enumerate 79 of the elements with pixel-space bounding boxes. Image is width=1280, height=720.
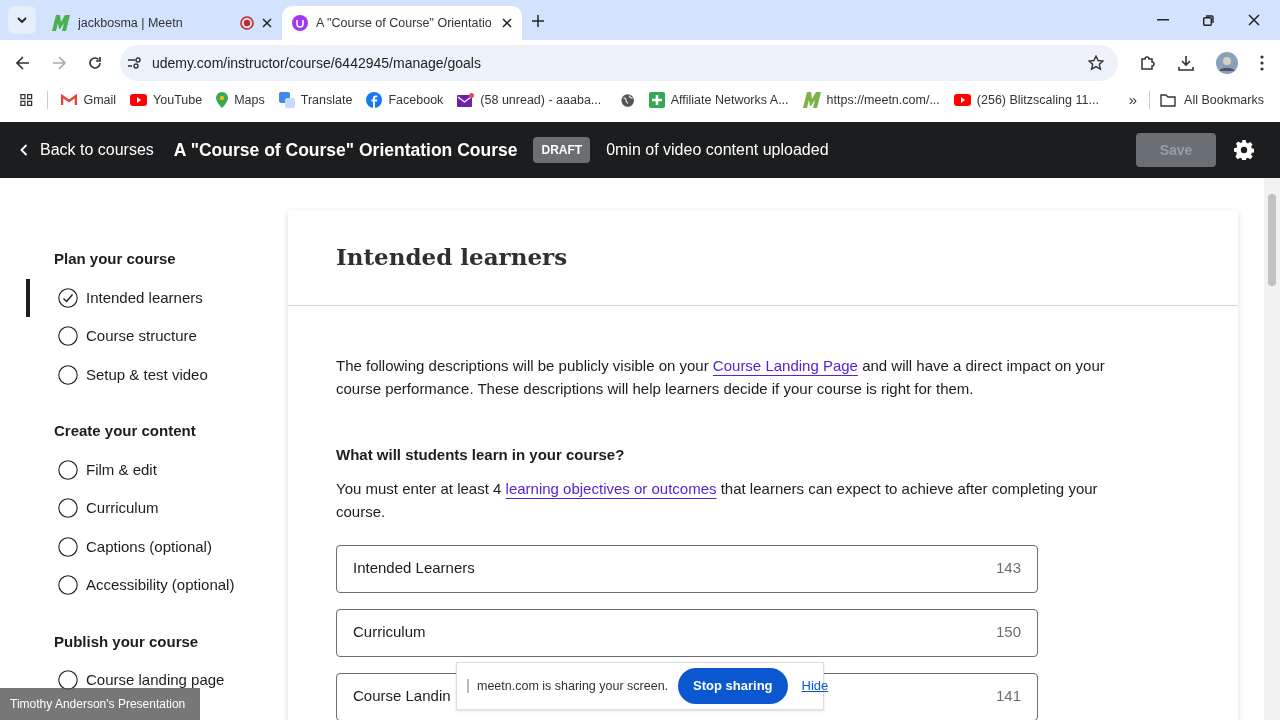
bookmark-item[interactable]: Gmail bbox=[61, 90, 117, 110]
url-text: udemy.com/instructor/course/6442945/manage/goals bbox=[152, 53, 482, 73]
upload-status: 0min of video content uploaded bbox=[606, 140, 829, 160]
page-title: Intended learners bbox=[336, 242, 568, 273]
intro-paragraph: The following descriptions will be publicly visible on your Course Landing Page and will have a direct impact on your course performance. These descriptions will help learners decide if your course is right for them. bbox=[336, 356, 1106, 399]
back-to-courses-link[interactable]: Back to courses bbox=[20, 138, 154, 162]
sidebar-item[interactable]: Course structure bbox=[0, 317, 288, 356]
presenter-name-toast: Timothy Anderson's Presentation bbox=[0, 688, 200, 720]
bookmark-item[interactable]: (256) Blitzscaling 11... bbox=[953, 90, 1099, 110]
m-logo-icon bbox=[52, 15, 70, 31]
section-heading: Publish your course bbox=[53, 631, 200, 652]
chevron-left-icon bbox=[20, 144, 28, 156]
tab-list-button[interactable] bbox=[8, 6, 36, 34]
play-icon bbox=[130, 94, 148, 106]
download-icon[interactable] bbox=[1178, 55, 1194, 71]
character-count: 141 bbox=[995, 686, 1021, 707]
close-icon[interactable] bbox=[262, 18, 272, 28]
sidebar-item[interactable]: Captions (optional) bbox=[0, 527, 288, 566]
bookmark-item[interactable]: YouTube bbox=[130, 90, 203, 110]
stop-sharing-button[interactable]: Stop sharing bbox=[678, 668, 788, 704]
bookmark-item[interactable]: Facebook bbox=[366, 90, 444, 110]
map-pin-icon bbox=[216, 92, 229, 108]
tab-title: A "Course of Course" Orientatio bbox=[316, 14, 493, 32]
apps-grid-icon[interactable] bbox=[20, 93, 33, 107]
u-logo-icon bbox=[292, 15, 308, 31]
site-settings-icon[interactable] bbox=[128, 57, 142, 69]
chevron-down-icon bbox=[17, 17, 27, 23]
settings-icon[interactable] bbox=[1234, 140, 1254, 160]
sidebar-item[interactable]: Film & edit bbox=[0, 450, 288, 489]
scrollbar[interactable] bbox=[1264, 178, 1280, 720]
draft-badge: DRAFT bbox=[533, 137, 591, 163]
m-logo-icon bbox=[802, 92, 821, 108]
bookmark-item[interactable]: Affiliate Networks A... bbox=[648, 90, 789, 110]
share-message: meetn.com is sharing your screen. bbox=[477, 677, 669, 695]
course-title: A "Course of Course" Orientation Course bbox=[173, 138, 518, 162]
translate-icon bbox=[278, 92, 295, 108]
question-heading: What will students learn in your course? bbox=[336, 445, 626, 465]
facebook-icon bbox=[366, 92, 383, 108]
bookmark-item[interactable]: (58 unread) - aaaba... bbox=[457, 90, 602, 110]
sidebar-item[interactable]: Curriculum bbox=[0, 489, 288, 528]
back-icon[interactable] bbox=[16, 56, 30, 70]
objective-field[interactable]: Intended Learners 143 bbox=[336, 544, 1038, 593]
sidebar-item[interactable]: Setup & test video bbox=[0, 355, 288, 394]
mail-icon bbox=[61, 94, 78, 106]
character-count: 143 bbox=[995, 558, 1021, 579]
restore-icon[interactable] bbox=[1203, 14, 1214, 26]
hide-link[interactable]: Hide bbox=[801, 676, 829, 696]
bookmark-item[interactable]: https://meetn.com/... bbox=[802, 90, 940, 110]
folder-icon bbox=[1160, 93, 1177, 107]
close-icon[interactable] bbox=[1248, 14, 1260, 26]
reload-icon[interactable] bbox=[88, 56, 102, 70]
link[interactable]: Course Landing Page bbox=[712, 357, 858, 374]
bookmark-item[interactable]: Maps bbox=[216, 90, 265, 110]
sidebar-item[interactable]: Intended learners bbox=[0, 278, 288, 317]
sidebar-item[interactable]: Accessibility (optional) bbox=[0, 566, 288, 605]
objective-field[interactable]: Curriculum 150 bbox=[336, 608, 1038, 657]
character-count: 150 bbox=[995, 622, 1021, 643]
help-text: You must enter at least 4 learning objectives or outcomes that learners can expect to achieve after completing your course. bbox=[336, 478, 1099, 522]
browser-tab[interactable]: jackbosma | Meetn bbox=[42, 6, 282, 40]
section-heading: Plan your course bbox=[53, 249, 177, 269]
new-tab-icon[interactable] bbox=[532, 15, 544, 27]
puzzle-piece-icon[interactable] bbox=[1140, 55, 1156, 71]
bookmark-item[interactable]: Translate bbox=[278, 90, 353, 110]
envelope-icon bbox=[457, 93, 475, 107]
menu-icon[interactable] bbox=[1260, 55, 1264, 71]
all-bookmarks-folder[interactable]: All Bookmarks bbox=[1160, 90, 1264, 110]
link[interactable]: learning objectives or outcomes bbox=[505, 479, 717, 497]
more-bookmarks-button[interactable]: » bbox=[1128, 88, 1138, 112]
spreadsheet-icon bbox=[648, 92, 665, 108]
tab-title: jackbosma | Meetn bbox=[78, 14, 184, 32]
globe-icon bbox=[621, 92, 635, 108]
section-heading: Create your content bbox=[53, 421, 197, 441]
browser-tab[interactable]: A "Course of Course" Orientatio bbox=[282, 6, 522, 40]
avatar-icon[interactable] bbox=[1216, 52, 1238, 74]
close-icon[interactable] bbox=[502, 18, 512, 28]
star-icon[interactable] bbox=[1088, 55, 1104, 71]
address-bar[interactable]: udemy.com/instructor/course/6442945/manage/goals bbox=[120, 45, 1118, 81]
minimize-icon[interactable] bbox=[1157, 19, 1169, 21]
play-icon bbox=[953, 94, 971, 106]
